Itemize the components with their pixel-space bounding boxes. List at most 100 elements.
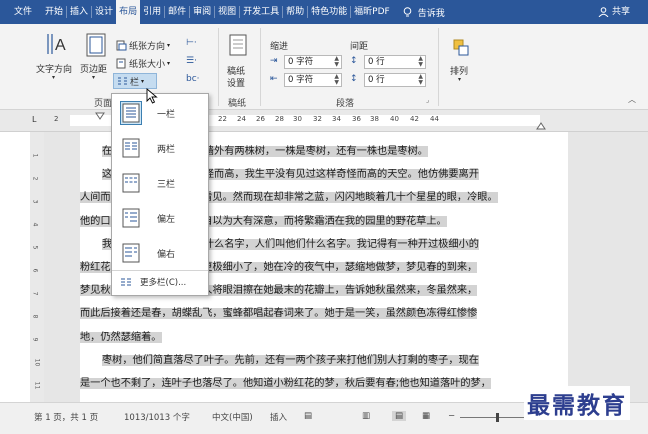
- macro-record-icon[interactable]: ▤: [304, 411, 312, 421]
- group-label-page-setup: 页面: [94, 99, 113, 109]
- columns-option-left-column[interactable]: 偏左: [112, 201, 208, 235]
- selected-text[interactable]: 而此后接着还是春，胡蝶乱飞，蜜蜂都唱起春词来了。她于是一笑，虽然颜色冻得红惨惨: [80, 308, 478, 320]
- vertical-ruler-tick-label: 9: [31, 337, 39, 342]
- tab-insert[interactable]: 插入: [67, 0, 91, 24]
- ribbon-tab-bar: 文件 开始 插入 设计 布局 引用 邮件 审阅 视图 开发工具 帮助 特色功能 …: [0, 0, 648, 24]
- columns-option-two-columns[interactable]: 两栏: [112, 131, 208, 165]
- tab-help[interactable]: 帮助: [283, 0, 307, 24]
- group-separator: [438, 28, 439, 106]
- tab-home[interactable]: 开始: [42, 0, 66, 24]
- spinner-arrows[interactable]: ▲ ▼: [334, 74, 339, 86]
- zoom-slider-thumb[interactable]: [496, 413, 499, 422]
- one-column-icon: [120, 101, 142, 125]
- ruler-tick-label: 40: [390, 115, 399, 123]
- page-count[interactable]: 第 1 页，共 1 页: [34, 411, 98, 423]
- columns-option-one-column[interactable]: 一栏: [112, 96, 208, 130]
- spacing-heading: 间距: [350, 42, 369, 52]
- language-indicator[interactable]: 中文(中国): [212, 411, 253, 423]
- spinner-arrows[interactable]: ▲ ▼: [334, 56, 339, 68]
- selected-text[interactable]: 枣树，他们简直落尽了叶子。先前，还有一两个孩子来打他们别人打剩的枣子，现在: [102, 354, 479, 366]
- columns-label: 栏: [130, 77, 140, 88]
- tab-file[interactable]: 文件: [0, 0, 42, 24]
- draft-settings-button[interactable]: 稿纸 设置: [224, 34, 252, 94]
- tab-foxit-pdf[interactable]: 福昕PDF: [351, 0, 393, 24]
- orientation-button[interactable]: 纸张方向 ▾: [116, 38, 170, 52]
- vertical-ruler-tick-label: 7: [31, 291, 39, 296]
- tab-mailings[interactable]: 邮件: [165, 0, 189, 24]
- chevron-down-icon: ▾: [92, 74, 96, 81]
- document-line[interactable]: 是一个也不剩了，连叶子也落尽了。他知道小粉红花的梦，秋后要有春;他也知道落叶的梦…: [80, 372, 525, 396]
- page-size-button[interactable]: 纸张大小 ▾: [116, 56, 170, 70]
- columns-option-right-column[interactable]: 偏右: [112, 236, 208, 270]
- tab-selector[interactable]: L: [32, 115, 36, 124]
- ruler-tick-label: 24: [237, 115, 246, 123]
- columns-icon: [118, 77, 127, 84]
- columns-icon: [121, 278, 131, 285]
- indent-right-value: 0 字符: [288, 75, 314, 85]
- draft-label-line2: 设置: [227, 79, 246, 89]
- tab-developer[interactable]: 开发工具: [240, 0, 282, 24]
- tab-special[interactable]: 特色功能: [308, 0, 350, 24]
- document-line[interactable]: 而此后接着还是春，胡蝶乱飞，蜜蜂都唱起春词来了。她于是一笑，虽然颜色冻得红惨惨: [80, 302, 525, 326]
- collapse-ribbon-icon[interactable]: ︿: [628, 94, 636, 105]
- first-line-indent-marker[interactable]: [95, 112, 105, 120]
- margins-button[interactable]: 页边距 ▾: [80, 32, 114, 92]
- right-indent-marker[interactable]: [536, 122, 546, 130]
- more-columns-option[interactable]: 更多栏(C)...: [112, 270, 208, 292]
- columns-button[interactable]: 栏 ▾: [113, 73, 157, 89]
- draft-paper-icon: [229, 34, 247, 56]
- spacing-after-input[interactable]: 0 行 ▲ ▼: [364, 73, 426, 87]
- vertical-ruler[interactable]: 1 2 3 4 5 6 7 8 9 10 11: [30, 132, 44, 402]
- tab-design[interactable]: 设计: [92, 0, 116, 24]
- vertical-ruler-tick-label: 6: [31, 268, 39, 273]
- watermark-text: 最需教育: [524, 386, 630, 420]
- print-layout-icon[interactable]: ▤: [392, 411, 407, 421]
- selected-text[interactable]: 是一个也不剩了，连叶子也落尽了。他知道小粉红花的梦，秋后要有春;他也知道落叶的梦…: [80, 378, 491, 389]
- selected-text[interactable]: 地，仍然瑟缩着。: [80, 331, 162, 343]
- spinner-arrows[interactable]: ▲ ▼: [418, 56, 423, 68]
- page-size-icon: [116, 58, 126, 68]
- spacing-before-input[interactable]: 0 行 ▲ ▼: [364, 55, 426, 69]
- margins-icon: [86, 33, 106, 57]
- more-columns-label: 更多栏(C)...: [140, 277, 187, 288]
- line-numbers-icon[interactable]: ☰·: [186, 56, 197, 66]
- spinner-arrows[interactable]: ▲ ▼: [418, 74, 423, 86]
- columns-option-label: 两栏: [157, 144, 176, 155]
- vertical-ruler-tick-label: 2: [31, 176, 39, 181]
- dialog-launcher-icon[interactable]: ⌟: [426, 96, 429, 104]
- breaks-icon[interactable]: ⊢·: [186, 38, 197, 48]
- columns-option-label: 偏左: [157, 214, 176, 225]
- spacing-before-icon: ↕: [350, 56, 358, 66]
- web-layout-icon[interactable]: ▦: [422, 411, 430, 421]
- tell-me-box[interactable]: 告诉我: [403, 6, 445, 19]
- indent-heading: 缩进: [270, 42, 289, 52]
- text-direction-icon: A: [47, 34, 66, 54]
- zoom-slider[interactable]: [460, 417, 524, 418]
- tell-me-label: 告诉我: [417, 8, 445, 19]
- indent-right-input[interactable]: 0 字符 ▲ ▼: [284, 73, 342, 87]
- tab-view[interactable]: 视图: [215, 0, 239, 24]
- chevron-down-icon: ▾: [167, 41, 171, 49]
- tab-references[interactable]: 引用: [140, 0, 164, 24]
- columns-option-three-columns[interactable]: 三栏: [112, 166, 208, 200]
- ruler-tick-label: 34: [332, 115, 341, 123]
- read-mode-icon[interactable]: ▥: [362, 411, 370, 421]
- horizontal-ruler[interactable]: L 21214161820222426283032343638404244: [0, 110, 648, 132]
- word-window: 文件 开始 插入 设计 布局 引用 邮件 审阅 视图 开发工具 帮助 特色功能 …: [0, 0, 648, 434]
- tab-review[interactable]: 审阅: [190, 0, 214, 24]
- ruler-tick-label: 44: [430, 115, 439, 123]
- text-direction-button[interactable]: A 文字方向 ▾: [36, 32, 76, 92]
- indent-left-input[interactable]: 0 字符 ▲ ▼: [284, 55, 342, 69]
- indent-right-icon: ⇤: [270, 74, 278, 84]
- insert-mode[interactable]: 插入: [270, 411, 287, 423]
- arrange-button[interactable]: 排列 ▾: [446, 38, 476, 94]
- ruler-tick-label: 32: [313, 115, 322, 123]
- document-line[interactable]: 枣树，他们简直落尽了叶子。先前，还有一两个孩子来打他们别人打剩的枣子，现在: [80, 349, 525, 373]
- hyphenation-icon[interactable]: bc·: [186, 74, 200, 84]
- word-count[interactable]: 1013/1013 个字: [124, 411, 190, 423]
- share-button[interactable]: 共享: [598, 0, 630, 24]
- zoom-out-icon[interactable]: −: [448, 411, 455, 421]
- document-line[interactable]: 地，仍然瑟缩着。: [80, 326, 525, 350]
- vertical-ruler-tick-label: 1: [31, 153, 39, 158]
- tab-layout[interactable]: 布局: [116, 0, 141, 24]
